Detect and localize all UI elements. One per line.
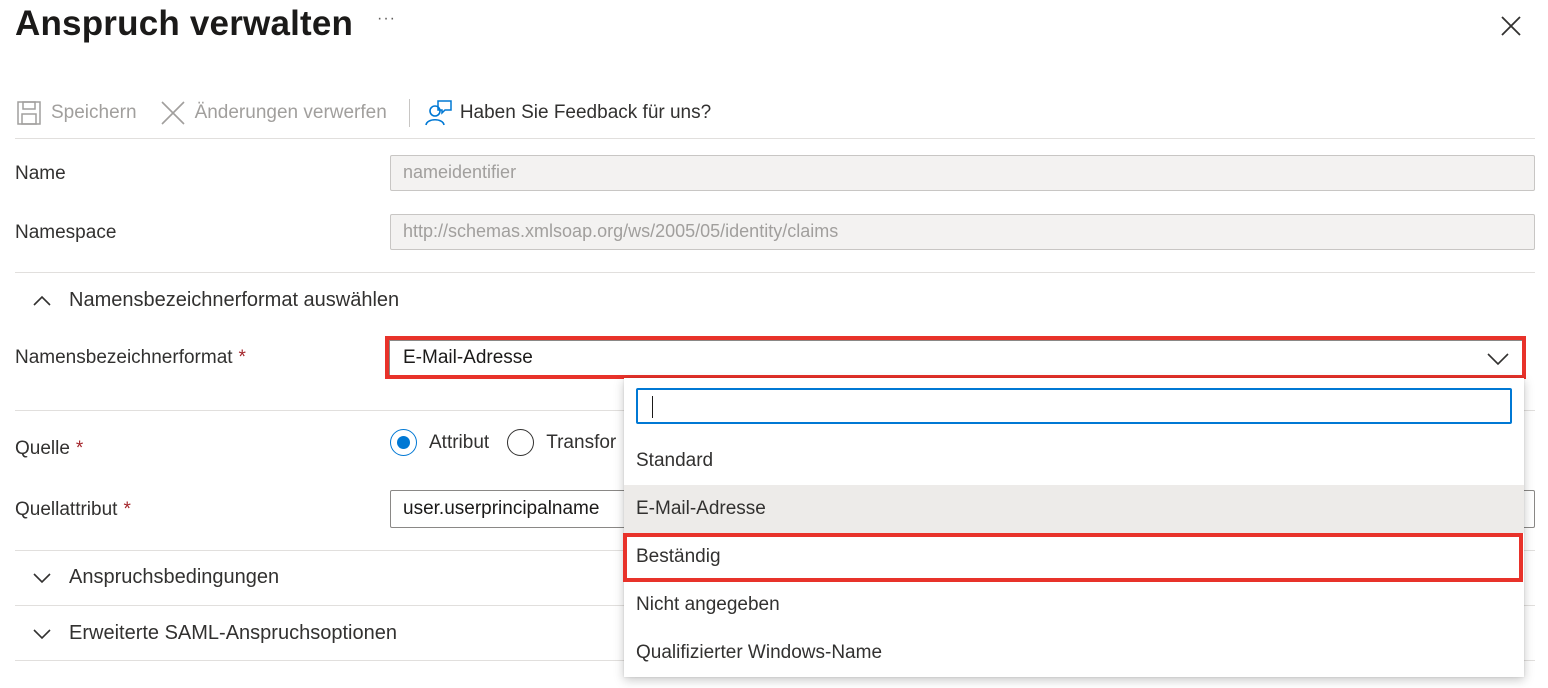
save-icon (15, 99, 43, 127)
feedback-button[interactable]: Haben Sie Feedback für uns? (424, 93, 711, 133)
feedback-label: Haben Sie Feedback für uns? (459, 102, 712, 123)
discard-label: Änderungen verwerfen (194, 102, 387, 123)
name-field: nameidentifier (390, 155, 1535, 191)
more-options-icon[interactable]: ··· (377, 10, 396, 28)
radio-transformation[interactable] (507, 429, 535, 456)
radio-attribute[interactable] (390, 429, 417, 456)
chevron-up-icon (31, 290, 53, 312)
namespace-label: Namespace (15, 222, 117, 243)
dropdown-option-persistent[interactable]: Beständig (624, 533, 1524, 581)
required-mark: * (75, 438, 84, 459)
dropdown-option-windows-name[interactable]: Qualifizierter Windows-Name (624, 629, 1524, 677)
section-toggle-conditions[interactable]: Anspruchsbedingungen (15, 566, 279, 589)
divider (15, 272, 1535, 273)
source-attribute-label: Quellattribut * (15, 499, 131, 520)
chevron-down-icon (1486, 347, 1510, 371)
section-title: Erweiterte SAML-Anspruchsoptionen (69, 622, 397, 644)
discard-icon (159, 99, 187, 127)
name-id-format-dropdown: Standard E-Mail-Adresse Beständig Nicht … (624, 378, 1524, 677)
save-button[interactable]: Speichern (15, 93, 137, 133)
toolbar-divider (408, 99, 410, 127)
dropdown-option-email[interactable]: E-Mail-Adresse (624, 485, 1524, 533)
save-label: Speichern (51, 102, 137, 123)
discard-button[interactable]: Änderungen verwerfen (159, 93, 387, 133)
required-mark: * (238, 347, 246, 368)
source-radio-group: Attribut Transfor (390, 429, 634, 456)
dropdown-option-standard[interactable]: Standard (624, 437, 1524, 485)
name-id-format-label: Namensbezeichnerformat * (15, 347, 246, 368)
required-mark: * (123, 499, 131, 520)
text-caret (652, 396, 653, 418)
chevron-down-icon (31, 623, 53, 645)
section-title: Namensbezeichnerformat auswählen (69, 289, 400, 311)
feedback-icon (424, 99, 452, 127)
source-label: Quelle * (15, 438, 84, 459)
radio-attribute-label[interactable]: Attribut (429, 432, 489, 454)
section-title: Anspruchsbedingungen (69, 566, 280, 588)
command-bar: Speichern Änderungen verwerfen Haben Sie… (15, 92, 711, 134)
dropdown-search-input[interactable] (636, 388, 1512, 424)
divider (15, 138, 1535, 139)
chevron-down-icon (31, 567, 53, 589)
page-title: Anspruch verwalten (15, 4, 354, 43)
selected-value: E-Mail-Adresse (403, 347, 533, 368)
section-toggle-name-id-format[interactable]: Namensbezeichnerformat auswählen (15, 289, 399, 312)
dropdown-option-unspecified[interactable]: Nicht angegeben (624, 581, 1524, 629)
name-id-format-select[interactable]: E-Mail-Adresse (389, 340, 1523, 376)
radio-transformation-label[interactable]: Transfor (546, 432, 616, 454)
close-icon[interactable] (1497, 12, 1525, 40)
name-label: Name (15, 163, 66, 184)
section-toggle-advanced-saml[interactable]: Erweiterte SAML-Anspruchsoptionen (15, 622, 397, 645)
namespace-field: http://schemas.xmlsoap.org/ws/2005/05/id… (390, 214, 1535, 250)
